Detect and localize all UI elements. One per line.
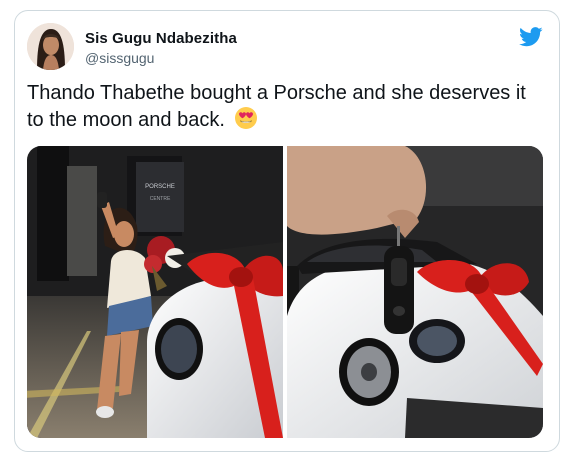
tweet-card[interactable]: Sis Gugu Ndabezitha @sissgugu Thando Tha… <box>14 10 560 452</box>
heart-eyes-emoji-icon <box>234 106 258 137</box>
media-photo-left[interactable]: PORSCHE CENTRE <box>27 146 283 438</box>
tweet-text-content: Thando Thabethe bought a Porsche and she… <box>27 82 526 131</box>
tweet-text: Thando Thabethe bought a Porsche and she… <box>27 80 547 137</box>
author-handle[interactable]: @sissgugu <box>85 50 154 66</box>
media-photo-right[interactable] <box>287 146 543 438</box>
media-grid: PORSCHE CENTRE <box>27 146 543 438</box>
twitter-bird-icon[interactable] <box>519 27 543 47</box>
avatar[interactable] <box>27 23 74 70</box>
author-display-name[interactable]: Sis Gugu Ndabezitha <box>85 30 237 47</box>
profile-photo <box>27 23 74 70</box>
svg-text:CENTRE: CENTRE <box>150 196 171 202</box>
svg-text:PORSCHE: PORSCHE <box>145 184 175 190</box>
